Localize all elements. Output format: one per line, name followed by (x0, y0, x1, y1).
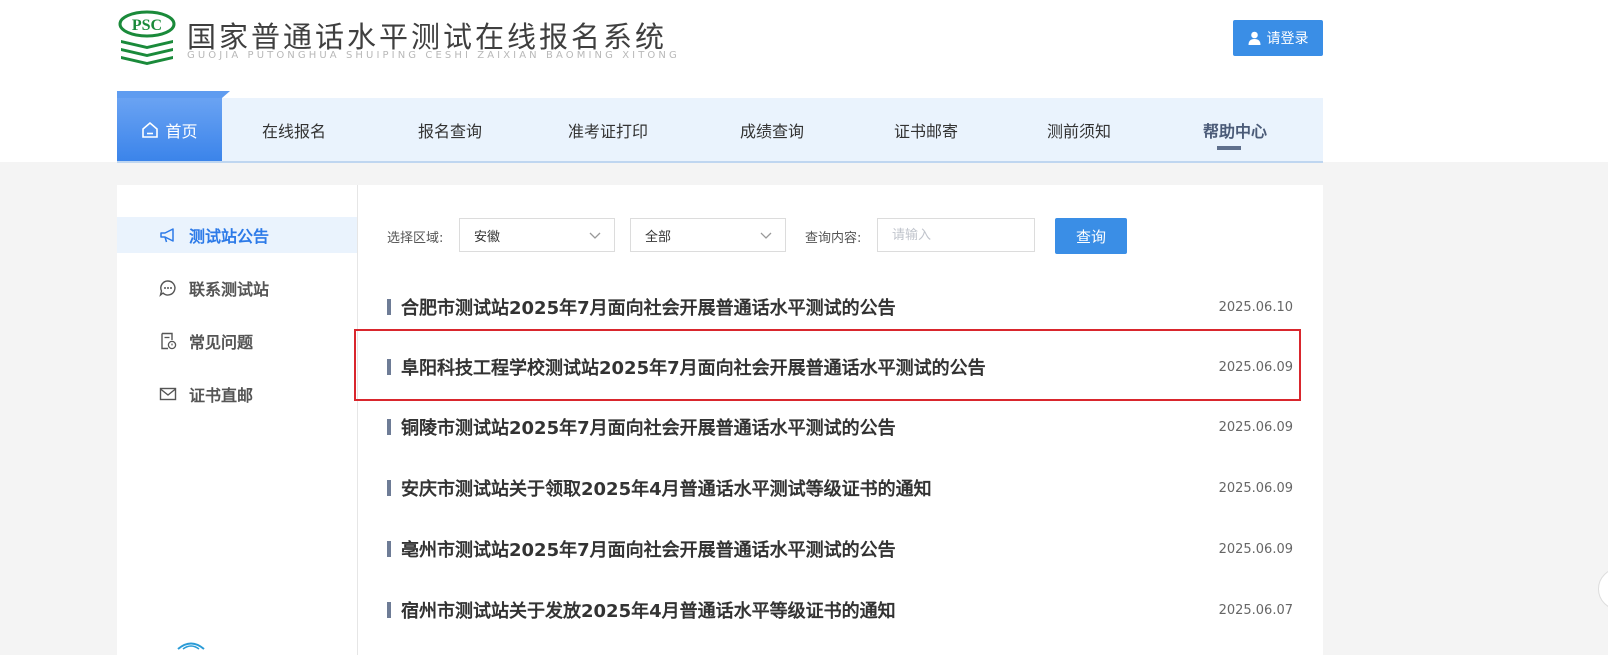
notice-title: 安庆市测试站关于领取2025年4月普通话水平测试等级证书的通知 (401, 479, 932, 500)
notice-title: 合肥市测试站2025年7月面向社会开展普通话水平测试的公告 (401, 298, 896, 319)
region-label: 选择区域: (387, 231, 444, 246)
nav-score-query[interactable]: 成绩查询 (707, 98, 837, 161)
notice-date: 2025.06.07 (1218, 602, 1293, 618)
list-item[interactable]: 亳州市测试站2025年7月面向社会开展普通话水平测试的公告 2025.06.09 (387, 519, 1293, 579)
logo-text: PSC (132, 17, 162, 34)
sidebar-item-certificate-mail[interactable]: 证书直邮 (117, 376, 357, 412)
nav-pre-test-notice[interactable]: 测前须知 (1014, 98, 1144, 161)
login-label: 请登录 (1266, 31, 1309, 47)
list-item[interactable]: 合肥市测试站2025年7月面向社会开展普通话水平测试的公告 2025.06.10 (387, 277, 1293, 337)
mail-icon (159, 387, 177, 401)
notice-date: 2025.06.10 (1218, 299, 1293, 315)
home-icon (142, 121, 159, 138)
region-select[interactable]: 安徽 (459, 218, 615, 252)
nav-help-center[interactable]: 帮助中心 (1170, 98, 1300, 161)
nav-certificate-mailing[interactable]: 证书邮寄 (861, 98, 991, 161)
sidebar-item-label: 常见问题 (189, 333, 254, 352)
notice-title: 亳州市测试站2025年7月面向社会开展普通话水平测试的公告 (401, 540, 896, 561)
sidebar-item-label: 测试站公告 (189, 227, 270, 246)
sidebar-item-station-notices[interactable]: 测试站公告 (117, 217, 357, 253)
notice-title: 铜陵市测试站2025年7月面向社会开展普通话水平测试的公告 (401, 418, 896, 439)
sidebar-item-label: 证书直邮 (189, 386, 254, 405)
user-icon (1248, 31, 1260, 45)
notice-date: 2025.06.09 (1218, 480, 1293, 496)
question-doc-icon (161, 332, 177, 350)
content-panel: 测试站公告 联系测试站 常见问题 证书直邮 选择区域: 安徽 全部 查询内容: … (117, 185, 1323, 655)
chevron-down-icon (589, 232, 601, 239)
notice-title: 宿州市测试站关于发放2025年4月普通话水平等级证书的通知 (401, 601, 896, 622)
list-item[interactable]: 阜阳科技工程学校测试站2025年7月面向社会开展普通话水平测试的公告 2025.… (387, 337, 1293, 397)
list-item-marker (387, 419, 391, 435)
list-item[interactable]: 铜陵市测试站2025年7月面向社会开展普通话水平测试的公告 2025.06.09 (387, 397, 1293, 457)
sidebar: 测试站公告 联系测试站 常见问题 证书直邮 (117, 185, 358, 655)
site-subtitle: GUOJIA PUTONGHUA SHUIPING CESHI ZAIXIAN … (187, 50, 680, 61)
chat-bubble-icon (159, 280, 176, 297)
notice-title: 阜阳科技工程学校测试站2025年7月面向社会开展普通话水平测试的公告 (401, 358, 986, 379)
list-item-marker (387, 541, 391, 557)
notice-date: 2025.06.09 (1218, 541, 1293, 557)
query-button[interactable]: 查询 (1055, 218, 1127, 254)
region-select-value: 安徽 (474, 229, 501, 245)
nav-online-registration[interactable]: 在线报名 (229, 98, 359, 161)
scope-select-value: 全部 (645, 229, 672, 245)
nav-admission-ticket-print[interactable]: 准考证打印 (543, 98, 673, 161)
sidebar-item-label: 联系测试站 (189, 280, 270, 299)
nav-home[interactable]: 首页 (117, 91, 230, 161)
login-button[interactable]: 请登录 (1233, 20, 1323, 56)
notice-date: 2025.06.09 (1218, 359, 1293, 375)
megaphone-icon (160, 228, 174, 243)
list-item-marker (387, 602, 391, 618)
list-item[interactable]: 安庆市测试站关于领取2025年4月普通话水平测试等级证书的通知 2025.06.… (387, 458, 1293, 518)
active-nav-underline (1217, 146, 1241, 150)
floating-action-button[interactable] (1598, 568, 1608, 610)
notice-date: 2025.06.09 (1218, 419, 1293, 435)
sidebar-item-faq[interactable]: 常见问题 (117, 323, 357, 359)
search-input[interactable] (877, 218, 1035, 252)
query-label: 查询内容: (805, 231, 862, 246)
nav-home-label: 首页 (165, 121, 198, 141)
sidebar-item-contact-station[interactable]: 联系测试站 (117, 270, 357, 306)
main-nav: 首页 在线报名 报名查询 准考证打印 成绩查询 证书邮寄 测前须知 帮助中心 (117, 91, 1323, 163)
list-item-marker (387, 299, 391, 315)
list-item-marker (387, 359, 391, 375)
chevron-down-icon (760, 232, 772, 239)
list-item[interactable]: 宿州市测试站关于发放2025年4月普通话水平等级证书的通知 2025.06.07 (387, 580, 1293, 640)
psc-logo: PSC (117, 10, 177, 70)
scope-select[interactable]: 全部 (630, 218, 786, 252)
nav-registration-query[interactable]: 报名查询 (385, 98, 515, 161)
list-item-marker (387, 480, 391, 496)
